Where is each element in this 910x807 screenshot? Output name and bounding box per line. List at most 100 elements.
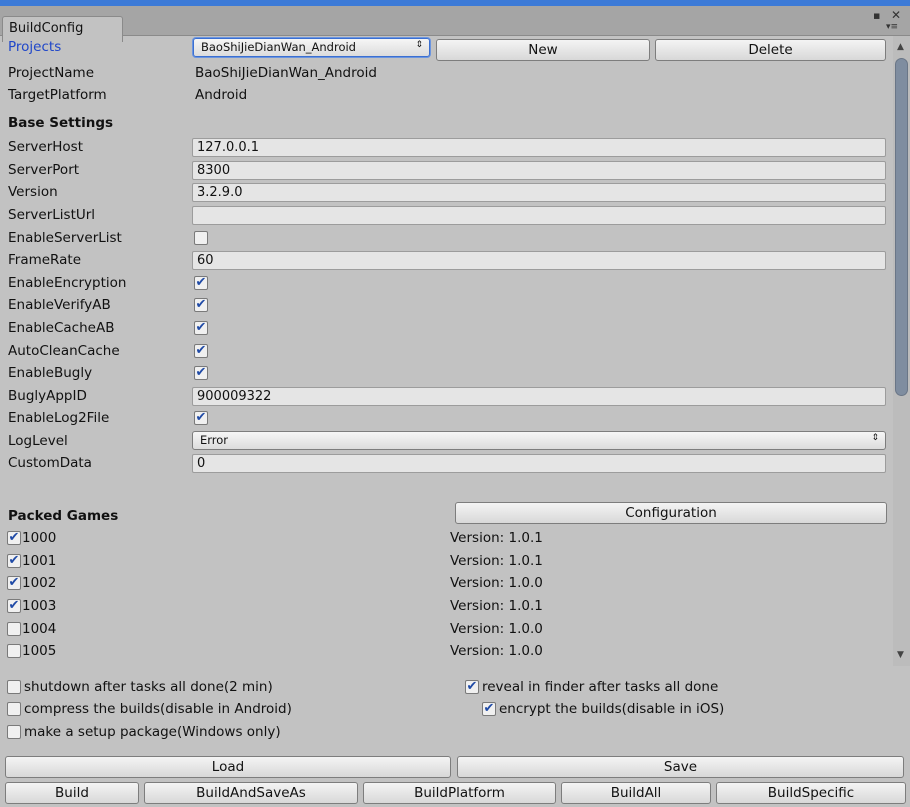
game-checkbox[interactable] [7,622,21,636]
dropdown-arrow-icon: ⇕ [871,433,879,443]
scrollbar-thumb[interactable] [895,58,908,396]
check-icon: ✔ [483,701,495,716]
maximize-icon[interactable]: ▪ [873,9,880,22]
inspector-panel: Projects BaoShiJieDianWan_Android ⇕ New … [0,36,893,666]
custom-data-label: CustomData [8,455,92,471]
enable-bugly-label: EnableBugly [8,365,93,381]
projects-label: Projects [8,39,62,55]
game-checkbox[interactable]: ✔ [7,554,21,568]
game-checkbox[interactable] [7,644,21,658]
enable-cache-ab-label: EnableCacheAB [8,320,115,336]
check-icon: ✔ [195,343,207,358]
game-id: 1000 [22,530,57,546]
delete-project-button[interactable]: Delete [655,39,886,61]
auto-clean-cache-checkbox[interactable]: ✔ [194,344,208,358]
build-and-save-as-button[interactable]: BuildAndSaveAs [144,782,358,804]
encrypt-checkbox[interactable]: ✔ [482,702,496,716]
build-specific-button[interactable]: BuildSpecific [716,782,906,804]
check-icon: ✔ [195,320,207,335]
configuration-button[interactable]: Configuration [455,502,887,524]
compress-checkbox[interactable] [7,702,21,716]
enable-server-list-checkbox[interactable] [194,231,208,245]
projects-dropdown[interactable]: BaoShiJieDianWan_Android ⇕ [193,38,430,57]
custom-data-field[interactable]: 0 [192,454,886,473]
game-id: 1004 [22,621,57,637]
version-label: Version [8,184,58,200]
game-version: Version: 1.0.1 [450,598,543,614]
setup-package-label: make a setup package(Windows only) [24,724,281,740]
game-checkbox[interactable]: ✔ [7,531,21,545]
compress-label: compress the builds(disable in Android) [24,701,292,717]
tab-menu-icon[interactable]: ▾≡ [886,22,898,32]
vertical-scrollbar[interactable]: ▲ ▼ [893,36,910,666]
server-port-label: ServerPort [8,162,80,178]
enable-server-list-label: EnableServerList [8,230,122,246]
enable-log2file-checkbox[interactable]: ✔ [194,411,208,425]
enable-bugly-checkbox[interactable]: ✔ [194,366,208,380]
dropdown-arrow-icon: ⇕ [415,40,423,50]
server-list-url-field[interactable] [192,206,886,225]
new-project-button[interactable]: New [436,39,650,61]
server-list-url-label: ServerListUrl [8,207,96,223]
check-icon: ✔ [8,598,20,613]
enable-encryption-label: EnableEncryption [8,275,127,291]
enable-verify-ab-checkbox[interactable]: ✔ [194,298,208,312]
build-all-button[interactable]: BuildAll [561,782,711,804]
bugly-app-id-label: BuglyAppID [8,388,87,404]
log-level-label: LogLevel [8,433,68,449]
save-button[interactable]: Save [457,756,904,778]
projects-dropdown-value: BaoShiJieDianWan_Android [201,40,356,54]
bugly-app-id-field[interactable]: 900009322 [192,387,886,406]
log-level-dropdown-value: Error [200,433,229,447]
server-host-label: ServerHost [8,139,84,155]
check-icon: ✔ [8,575,20,590]
reveal-checkbox[interactable]: ✔ [465,680,479,694]
version-field[interactable]: 3.2.9.0 [192,183,886,202]
check-icon: ✔ [195,410,207,425]
target-platform-value: Android [195,87,248,103]
enable-cache-ab-checkbox[interactable]: ✔ [194,321,208,335]
close-icon[interactable]: ✕ [891,8,901,22]
game-id: 1005 [22,643,57,659]
check-icon: ✔ [195,275,207,290]
shutdown-checkbox[interactable] [7,680,21,694]
log-level-dropdown[interactable]: Error ⇕ [192,431,886,450]
check-icon: ✔ [195,365,207,380]
shutdown-label: shutdown after tasks all done(2 min) [24,679,273,695]
scroll-down-icon[interactable]: ▼ [897,650,904,660]
game-version: Version: 1.0.0 [450,575,543,591]
enable-verify-ab-label: EnableVerifyAB [8,297,111,313]
server-host-field[interactable]: 127.0.0.1 [192,138,886,157]
game-checkbox[interactable]: ✔ [7,576,21,590]
packed-games-heading: Packed Games [8,508,119,524]
check-icon: ✔ [466,679,478,694]
frame-rate-label: FrameRate [8,252,82,268]
scroll-up-icon[interactable]: ▲ [897,42,904,52]
server-port-field[interactable]: 8300 [192,161,886,180]
setup-package-checkbox[interactable] [7,725,21,739]
game-id: 1001 [22,553,57,569]
game-version: Version: 1.0.0 [450,643,543,659]
check-icon: ✔ [8,530,20,545]
game-id: 1002 [22,575,57,591]
game-checkbox[interactable]: ✔ [7,599,21,613]
build-platform-button[interactable]: BuildPlatform [363,782,556,804]
game-id: 1003 [22,598,57,614]
base-settings-heading: Base Settings [8,115,114,131]
check-icon: ✔ [195,297,207,312]
project-name-value: BaoShiJieDianWan_Android [195,65,377,81]
enable-log2file-label: EnableLog2File [8,410,110,426]
target-platform-label: TargetPlatform [8,87,107,103]
build-config-window: BuildConfig ▪ ✕ ▾≡ Projects BaoShiJieDia… [0,0,910,807]
enable-encryption-checkbox[interactable]: ✔ [194,276,208,290]
encrypt-label: encrypt the builds(disable in iOS) [499,701,725,717]
game-version: Version: 1.0.1 [450,553,543,569]
load-button[interactable]: Load [5,756,451,778]
game-version: Version: 1.0.0 [450,621,543,637]
build-button[interactable]: Build [5,782,139,804]
tab-bar: BuildConfig ▪ ✕ ▾≡ [0,6,910,42]
check-icon: ✔ [8,553,20,568]
frame-rate-field[interactable]: 60 [192,251,886,270]
game-version: Version: 1.0.1 [450,530,543,546]
project-name-label: ProjectName [8,65,95,81]
